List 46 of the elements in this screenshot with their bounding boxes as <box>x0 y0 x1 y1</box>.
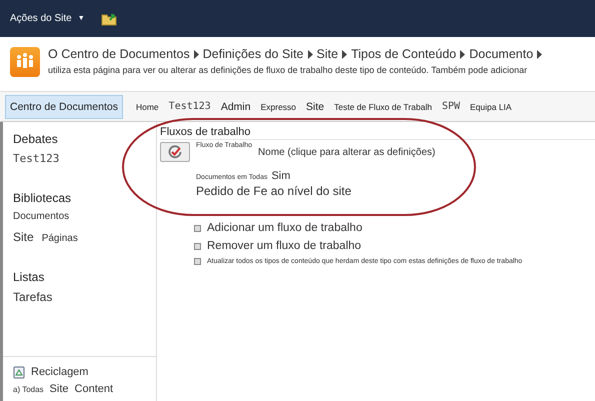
nav-tab[interactable]: Equipa LIA <box>465 94 517 118</box>
page-description: utiliza esta página para ver ou alterar as definições de fluxo de trabalho deste tipo de conteúdo. Também pode adicionar <box>48 65 528 75</box>
chevron-right-icon <box>308 50 313 58</box>
table-cell: Sim <box>271 170 290 182</box>
all-content-link[interactable]: Site <box>50 383 69 395</box>
recycle-bin-link[interactable]: Reciclagem <box>31 366 88 378</box>
sidebar-heading[interactable]: Listas <box>13 270 156 284</box>
action-link[interactable]: Adicionar um fluxo de trabalho <box>207 222 362 234</box>
section-title: Fluxos de trabalho <box>160 126 595 140</box>
recycle-bin-icon <box>13 365 25 379</box>
sidebar-link[interactable]: Documentos <box>13 211 70 222</box>
nav-tab[interactable]: Centro de Documentos <box>5 94 123 118</box>
sidebar-link[interactable]: Test123 <box>13 152 60 165</box>
nav-tab[interactable]: SPW <box>436 94 465 118</box>
workflow-button[interactable] <box>160 142 190 162</box>
action-link[interactable]: Remover um fluxo de trabalho <box>207 240 362 252</box>
nav-tab[interactable]: Home <box>130 94 164 118</box>
breadcrumb-link[interactable]: Definições do Site <box>202 47 304 61</box>
nav-tab[interactable]: Admin <box>216 94 256 118</box>
bullet-icon <box>194 242 201 250</box>
all-content-link[interactable]: a) Todas <box>13 385 44 394</box>
nav-tab[interactable]: Site <box>301 94 330 118</box>
column-header: Nome (clique para alterar as definições) <box>258 147 436 158</box>
site-logo[interactable] <box>10 47 40 77</box>
workflow-name: Pedido de Fe ao nível do site <box>196 184 352 198</box>
chevron-right-icon <box>537 50 542 58</box>
nav-tab[interactable]: Expresso <box>256 94 302 118</box>
breadcrumb-link[interactable]: Site <box>316 47 338 61</box>
all-content-link[interactable]: Content <box>74 383 114 395</box>
bullet-icon <box>194 224 201 232</box>
sidebar-link[interactable]: Site <box>13 230 34 244</box>
chevron-right-icon <box>342 50 348 58</box>
breadcrumb-link[interactable]: Documento <box>469 47 534 61</box>
nav-tab[interactable]: Test123 <box>164 94 216 118</box>
sidebar-link[interactable]: Páginas <box>42 233 78 244</box>
sidebar-link[interactable]: Tarefas <box>13 290 52 304</box>
bullet-icon <box>194 258 201 265</box>
nav-tab[interactable]: Teste de Fluxo de Trabalh <box>329 94 437 118</box>
check-circle-icon <box>168 145 182 159</box>
sidebar-heading[interactable]: Debates <box>13 132 156 146</box>
breadcrumb-link[interactable]: Tipos de Conteúdo <box>351 47 456 61</box>
breadcrumb-link[interactable]: O Centro de Documentos <box>48 47 190 61</box>
sidebar-heading[interactable]: Bibliotecas <box>13 191 156 205</box>
chevron-right-icon <box>460 50 466 58</box>
folder-icon[interactable] <box>100 12 118 26</box>
chevron-right-icon <box>194 50 199 58</box>
